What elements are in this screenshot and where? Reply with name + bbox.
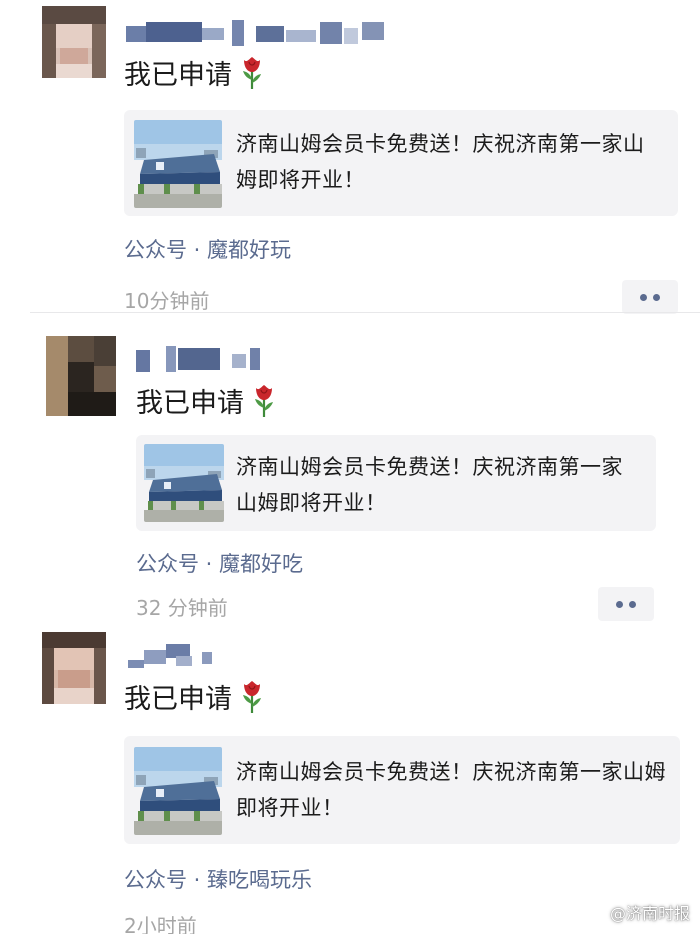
avatar[interactable]	[42, 6, 106, 78]
source-link[interactable]: 公众号 · 魔都好吃	[136, 548, 303, 578]
weibo-watermark: @济南时报	[585, 900, 690, 926]
article-title: 济南山姆会员卡免费送！庆祝济南第一家山姆即将开业！	[236, 455, 623, 515]
article-title: 济南山姆会员卡免费送！庆祝济南第一家山姆即将开业！	[236, 132, 645, 192]
more-dots-icon	[653, 294, 660, 301]
source-link[interactable]: 公众号 · 魔都好玩	[124, 234, 291, 264]
article-title: 济南山姆会员卡免费送！庆祝济南第一家山姆即将开业！	[236, 760, 666, 820]
moment-message: 我已申请	[136, 388, 244, 419]
rose-emoji-icon	[240, 680, 264, 723]
avatar[interactable]	[46, 336, 116, 416]
moment-message: 我已申请	[124, 60, 232, 91]
rose-emoji-icon	[252, 384, 276, 427]
more-button[interactable]	[598, 587, 654, 621]
more-dots-icon	[616, 601, 623, 608]
post-time: 2小时前	[124, 914, 197, 934]
moment-text: 我已申请	[124, 56, 264, 99]
more-dots-icon	[640, 294, 647, 301]
shared-article-card[interactable]: 济南山姆会员卡免费送！庆祝济南第一家山姆即将开业！	[124, 736, 680, 844]
post-divider	[30, 312, 700, 313]
moment-text: 我已申请	[136, 384, 276, 427]
username-blurred[interactable]	[124, 20, 394, 48]
sams-club-store-thumbnail	[134, 747, 222, 835]
post-time: 10分钟前	[124, 289, 210, 313]
post-time: 32 分钟前	[136, 596, 228, 620]
shared-article-card[interactable]: 济南山姆会员卡免费送！庆祝济南第一家山姆即将开业！	[124, 110, 678, 216]
more-button[interactable]	[622, 280, 678, 314]
moment-text: 我已申请	[124, 680, 264, 723]
sams-club-store-thumbnail	[134, 120, 222, 208]
weibo-logo-icon	[585, 904, 607, 926]
avatar[interactable]	[42, 632, 106, 704]
rose-emoji-icon	[240, 56, 264, 99]
username-blurred[interactable]	[136, 346, 266, 374]
sams-club-store-thumbnail	[144, 444, 224, 522]
source-link[interactable]: 公众号 · 臻吃喝玩乐	[124, 864, 312, 894]
shared-article-card[interactable]: 济南山姆会员卡免费送！庆祝济南第一家山姆即将开业！	[136, 435, 656, 531]
moment-message: 我已申请	[124, 684, 232, 715]
moments-feed: 我已申请 济南山姆会员卡免费送！庆祝济南第一家山姆即将开业！ 公众号 · 魔都好…	[0, 0, 700, 934]
more-dots-icon	[629, 601, 636, 608]
username-blurred[interactable]	[124, 642, 224, 670]
watermark-text: @济南时报	[609, 904, 690, 923]
